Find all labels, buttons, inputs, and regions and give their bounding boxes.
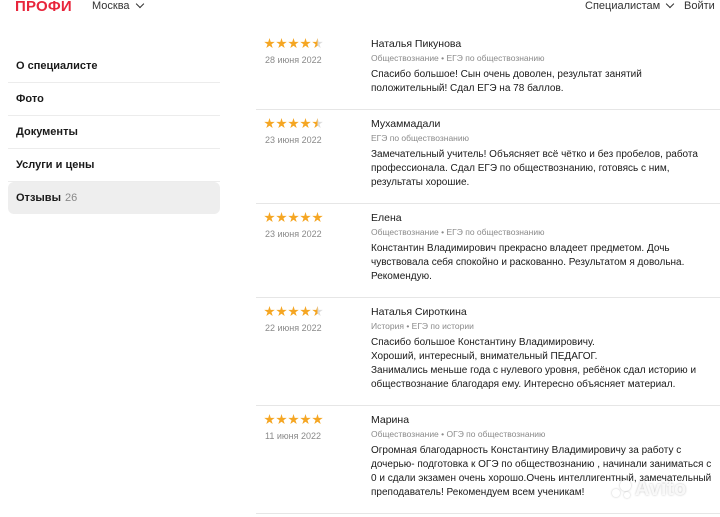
review-date: 22 июня 2022	[265, 323, 322, 333]
review-subject: ЕГЭ по обществознанию	[371, 133, 469, 143]
login-link[interactable]: Войти	[684, 0, 715, 12]
star-icon	[300, 118, 311, 129]
top-bar: ПРОФИ Москва Специалистам Войти	[0, 0, 720, 16]
review-item: 28 июня 2022 Наталья Пикунова Обществознан…	[256, 30, 720, 110]
star-icon	[288, 306, 299, 317]
review-date: 23 июня 2022	[265, 229, 322, 239]
rating-stars	[264, 306, 323, 317]
specialists-menu[interactable]: Специалистам	[585, 0, 675, 12]
watermark-text: Avito	[635, 478, 687, 500]
star-icon	[276, 212, 287, 223]
city-label: Москва	[92, 0, 130, 12]
review-item: 23 июня 2022 Елена Обществознание • ЕГЭ по…	[256, 204, 720, 298]
reviewer-name: Наталья Сироткина	[371, 306, 467, 318]
review-item: 22 июня 2022 Наталья Сироткина История • Е…	[256, 298, 720, 406]
sidebar-item-label: Фото	[16, 93, 44, 105]
sidebar-item-about[interactable]: О специалисте	[8, 50, 220, 83]
star-icon	[264, 118, 275, 129]
profi-logo[interactable]: ПРОФИ	[15, 0, 72, 15]
rating-stars	[264, 212, 323, 223]
review-subject: Обществознание • ОГЭ по обществознанию	[371, 429, 546, 439]
reviewer-name: Елена	[371, 212, 402, 224]
review-text: Замечательный учитель! Объясняет всё чёт…	[371, 149, 698, 188]
star-icon	[288, 212, 299, 223]
sidebar-item-documents[interactable]: Документы	[8, 116, 220, 149]
sidebar-item-label: Документы	[16, 126, 78, 138]
star-icon	[264, 38, 275, 49]
review-text: Константин Владимирович прекрасно владее…	[371, 243, 685, 282]
specialists-label: Специалистам	[585, 0, 661, 12]
rating-stars	[264, 118, 323, 129]
sidebar-item-label: Отзывы	[16, 192, 61, 204]
sidebar-item-label: О специалисте	[16, 60, 98, 72]
star-icon	[312, 414, 323, 425]
sidebar-item-reviews[interactable]: Отзывы 26	[8, 182, 220, 214]
reviewer-name: Марина	[371, 414, 410, 426]
star-icon	[300, 212, 311, 223]
star-icon	[312, 38, 323, 49]
review-subject: История • ЕГЭ по истории	[371, 321, 474, 331]
reviewer-name: Наталья Пикунова	[371, 38, 462, 50]
sidebar-item-label: Услуги и цены	[16, 159, 95, 171]
star-icon	[264, 306, 275, 317]
city-selector[interactable]: Москва	[92, 0, 144, 12]
review-subject: Обществознание • ЕГЭ по обществознанию	[371, 53, 545, 63]
star-icon	[300, 306, 311, 317]
review-text: Спасибо большое! Сын очень доволен, резу…	[371, 69, 642, 94]
star-icon	[276, 38, 287, 49]
chevron-down-icon	[666, 0, 675, 9]
avito-watermark: Avito	[612, 478, 687, 501]
profile-sidebar: О специалисте Фото Документы Услуги и це…	[8, 50, 220, 214]
star-icon	[264, 212, 275, 223]
star-icon	[276, 306, 287, 317]
star-icon	[288, 414, 299, 425]
reviewer-name: Мухаммадали	[371, 118, 441, 130]
sidebar-item-photo[interactable]: Фото	[8, 83, 220, 116]
chevron-down-icon	[135, 0, 144, 9]
star-icon	[312, 306, 323, 317]
rating-stars	[264, 38, 323, 49]
star-icon	[312, 118, 323, 129]
review-text: Спасибо большое Константину Владимирович…	[371, 337, 697, 390]
avito-logo-icon	[612, 479, 632, 500]
star-icon	[300, 414, 311, 425]
star-icon	[276, 414, 287, 425]
star-icon	[276, 118, 287, 129]
rating-stars	[264, 414, 323, 425]
star-icon	[288, 118, 299, 129]
review-date: 28 июня 2022	[265, 55, 322, 65]
sidebar-item-services-prices[interactable]: Услуги и цены	[8, 149, 220, 182]
review-item: 23 июня 2022 Мухаммадали ЕГЭ по обществозн…	[256, 110, 720, 204]
review-date: 11 июня 2022	[265, 431, 321, 441]
review-subject: Обществознание • ЕГЭ по обществознанию	[371, 227, 545, 237]
review-date: 23 июня 2022	[265, 135, 322, 145]
star-icon	[312, 212, 323, 223]
star-icon	[264, 414, 275, 425]
star-icon	[300, 38, 311, 49]
reviews-list: 28 июня 2022 Наталья Пикунова Обществознан…	[256, 30, 720, 514]
reviews-count: 26	[64, 192, 78, 204]
star-icon	[288, 38, 299, 49]
